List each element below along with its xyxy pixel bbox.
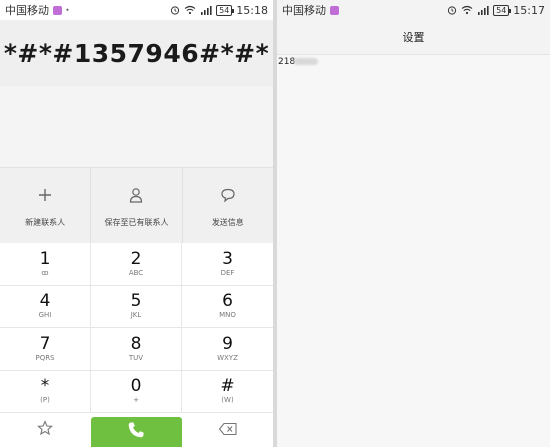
settings-screen: 中国移动 54 15:17 设置 218 xyxy=(277,0,550,447)
app-notification-icon xyxy=(330,5,339,15)
key-letters: MNO xyxy=(219,311,236,320)
dialer-bottom-bar xyxy=(0,413,273,447)
dialer-screen: 中国移动 ⬩ 54 15:18 *#*#1357946#*#* 新建联系人 保存… xyxy=(0,0,273,447)
key-letters: PQRS xyxy=(35,353,55,362)
dial-keypad: 1ꝏ 2 ABC 3 DEF 4 GHI 5 JKL 6 MNO 7 PQRS 8 TUV 9… xyxy=(0,243,273,413)
usb-icon: ⬩ xyxy=(66,5,69,14)
key-letters: JKL xyxy=(130,311,142,320)
favorites-button[interactable] xyxy=(0,413,90,447)
settings-header: 设置 xyxy=(277,20,550,55)
status-time: 15:17 xyxy=(513,3,545,17)
key-digit: 0 xyxy=(130,376,142,397)
key-digit: 2 xyxy=(130,248,142,269)
app-notification-icon xyxy=(53,5,62,15)
voicemail-icon: ꝏ xyxy=(41,268,49,277)
key-letters: ABC xyxy=(128,268,144,277)
key-3[interactable]: 3 DEF xyxy=(182,243,273,286)
carrier-label: 中国移动 xyxy=(5,4,49,17)
status-bar: 中国移动 54 15:17 xyxy=(277,0,550,20)
key-digit: 6 xyxy=(222,291,233,312)
redacted-text xyxy=(294,58,318,65)
key-5[interactable]: 5 JKL xyxy=(91,285,182,328)
battery-indicator: 54 xyxy=(216,4,235,16)
signal-icon xyxy=(200,5,212,15)
phone-icon xyxy=(126,420,146,444)
dialer-actions: 新建联系人 保存至已有联系人 发送信息 xyxy=(0,167,273,244)
carrier-label: 中国移动 xyxy=(282,4,326,17)
send-message-button[interactable]: 发送信息 xyxy=(183,168,273,244)
status-bar: 中国移动 ⬩ 54 15:18 xyxy=(0,0,273,20)
key-letters: GHI xyxy=(38,311,52,320)
key-letters: DEF xyxy=(220,268,235,277)
key-digit: 1 xyxy=(39,248,51,269)
key-6[interactable]: 6 MNO xyxy=(182,286,273,328)
wifi-icon xyxy=(184,5,196,15)
person-icon xyxy=(126,185,146,205)
key-digit: # xyxy=(220,376,235,397)
key-0[interactable]: 0 + xyxy=(91,370,182,413)
key-digit: 5 xyxy=(130,291,142,312)
key-digit: 7 xyxy=(39,333,51,354)
call-button[interactable] xyxy=(91,417,182,447)
dialed-number: *#*#1357946#*#* xyxy=(3,38,270,68)
backspace-button[interactable] xyxy=(183,413,273,447)
new-contact-button[interactable]: 新建联系人 xyxy=(0,168,92,244)
send-message-label: 发送信息 xyxy=(211,217,244,227)
key-letters: (W) xyxy=(221,396,234,405)
save-to-contact-label: 保存至已有联系人 xyxy=(104,217,169,227)
save-to-contact-button[interactable]: 保存至已有联系人 xyxy=(91,168,183,244)
key-star[interactable]: * (P) xyxy=(0,370,91,413)
key-letters: TUV xyxy=(128,353,144,362)
signal-icon xyxy=(477,5,489,15)
wifi-icon xyxy=(461,5,473,15)
key-8[interactable]: 8 TUV xyxy=(91,328,182,371)
status-time: 15:18 xyxy=(236,3,268,17)
key-7[interactable]: 7 PQRS xyxy=(0,328,91,371)
alarm-clock-icon xyxy=(447,5,457,15)
star-icon xyxy=(37,420,54,440)
key-hash[interactable]: # (W) xyxy=(182,371,273,413)
plus-icon xyxy=(35,185,55,205)
key-digit: 4 xyxy=(39,291,51,312)
key-letters: WXYZ xyxy=(217,353,238,362)
key-1[interactable]: 1ꝏ xyxy=(0,243,91,286)
new-contact-label: 新建联系人 xyxy=(25,217,66,227)
key-letters: + xyxy=(133,396,139,405)
backspace-icon xyxy=(218,421,238,440)
dialed-number-display: *#*#1357946#*#* xyxy=(0,20,273,86)
page-title: 设置 xyxy=(402,31,425,44)
key-digit: 9 xyxy=(222,333,233,354)
settings-code-text: 218 xyxy=(278,57,296,67)
settings-content: 218 xyxy=(277,55,550,447)
key-digit: 3 xyxy=(222,248,233,269)
key-4[interactable]: 4 GHI xyxy=(0,285,91,328)
message-bubble-icon xyxy=(218,185,238,205)
key-digit: 8 xyxy=(130,333,142,354)
key-2[interactable]: 2 ABC xyxy=(91,243,182,286)
alarm-clock-icon xyxy=(170,5,180,15)
battery-indicator: 54 xyxy=(493,4,512,16)
key-9[interactable]: 9 WXYZ xyxy=(182,328,273,371)
dial-suggestion-area xyxy=(0,86,273,167)
key-letters: (P) xyxy=(40,396,50,405)
key-digit: * xyxy=(40,376,50,397)
